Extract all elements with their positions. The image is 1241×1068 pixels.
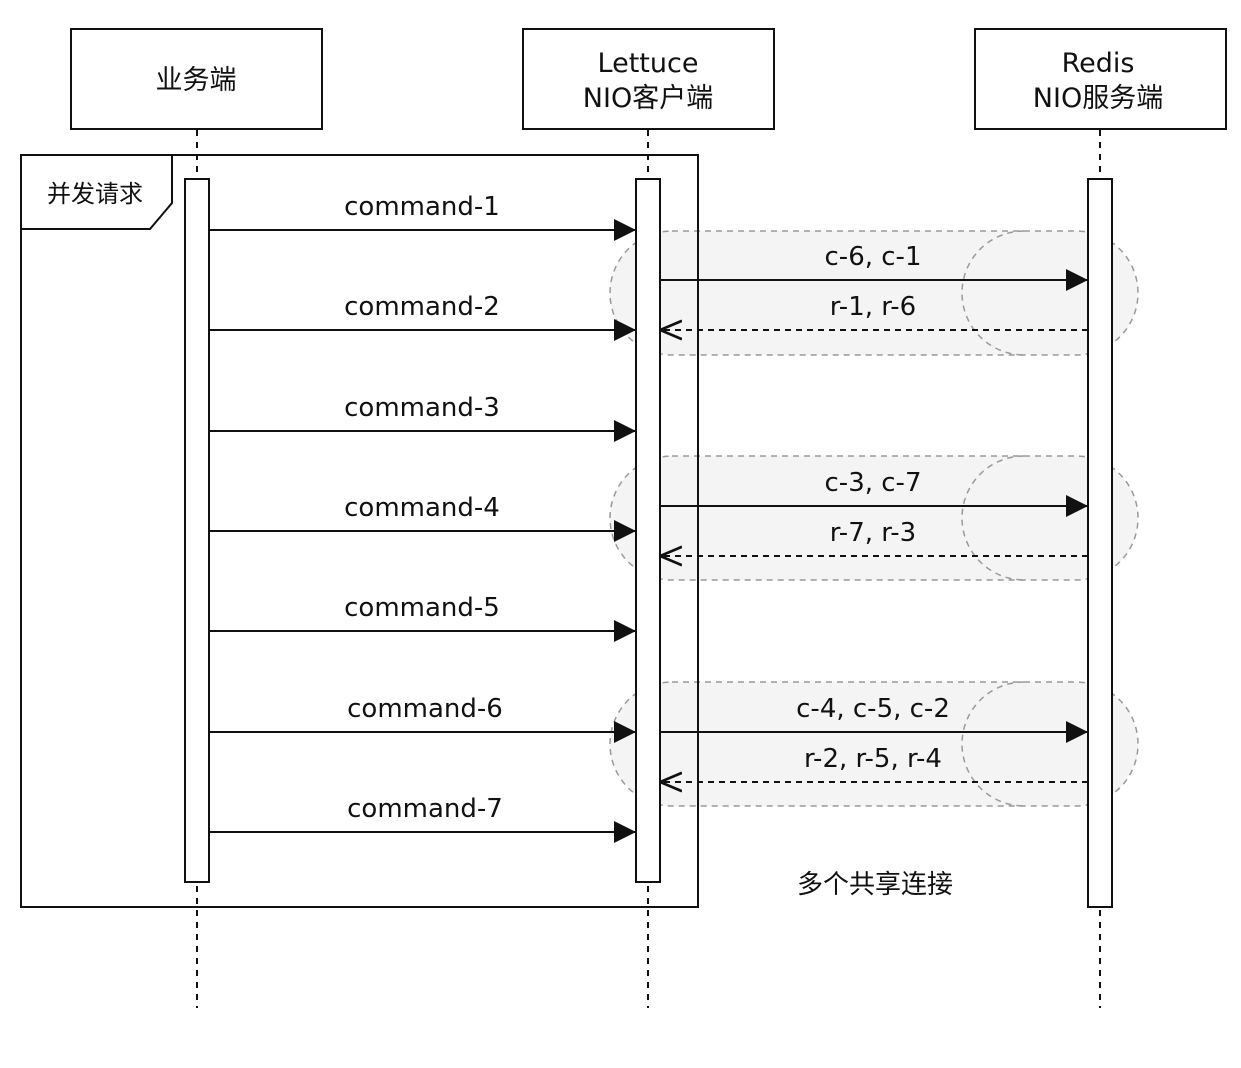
command-label: command-7 bbox=[347, 794, 503, 824]
command-message-6: command-6 bbox=[209, 694, 636, 743]
request-label: c-6, c-1 bbox=[825, 242, 922, 272]
command-message-5: command-5 bbox=[209, 593, 636, 642]
activation-business bbox=[184, 178, 210, 883]
participant-lettuce: Lettuce NIO客户端 bbox=[522, 28, 775, 130]
command-label: command-5 bbox=[344, 593, 500, 623]
command-message-3: command-3 bbox=[209, 393, 636, 442]
participant-business: 业务端 bbox=[70, 28, 323, 130]
command-message-1: command-1 bbox=[209, 192, 636, 241]
shared-connections-note: 多个共享连接 bbox=[797, 870, 953, 900]
participant-lettuce-label-line1: Lettuce bbox=[598, 48, 699, 79]
command-message-7: command-7 bbox=[209, 794, 636, 843]
activation-redis bbox=[1087, 178, 1113, 908]
command-label: command-3 bbox=[344, 393, 500, 423]
command-label: command-2 bbox=[344, 292, 500, 322]
command-label: command-6 bbox=[347, 694, 503, 724]
response-label: r-1, r-6 bbox=[830, 292, 916, 322]
participant-lettuce-label-line2: NIO客户端 bbox=[583, 83, 713, 114]
response-label: r-7, r-3 bbox=[830, 518, 916, 548]
command-message-4: command-4 bbox=[209, 493, 636, 542]
command-message-2: command-2 bbox=[209, 292, 636, 341]
participant-business-label: 业务端 bbox=[156, 65, 237, 96]
frame-label: 并发请求 bbox=[47, 180, 143, 208]
response-label: r-2, r-5, r-4 bbox=[804, 744, 942, 774]
participant-redis-label-line1: Redis bbox=[1062, 48, 1135, 79]
request-label: c-4, c-5, c-2 bbox=[796, 694, 950, 724]
participant-redis-label-line2: NIO服务端 bbox=[1033, 83, 1163, 114]
activation-lettuce bbox=[635, 178, 661, 883]
sequence-diagram: 并发请求 业务端 Lettuce NIO客户端 Redis NIO服务端 com… bbox=[20, 28, 1227, 1008]
request-label: c-3, c-7 bbox=[825, 468, 922, 498]
participant-redis: Redis NIO服务端 bbox=[974, 28, 1227, 130]
command-label: command-1 bbox=[344, 192, 500, 222]
command-label: command-4 bbox=[344, 493, 500, 523]
